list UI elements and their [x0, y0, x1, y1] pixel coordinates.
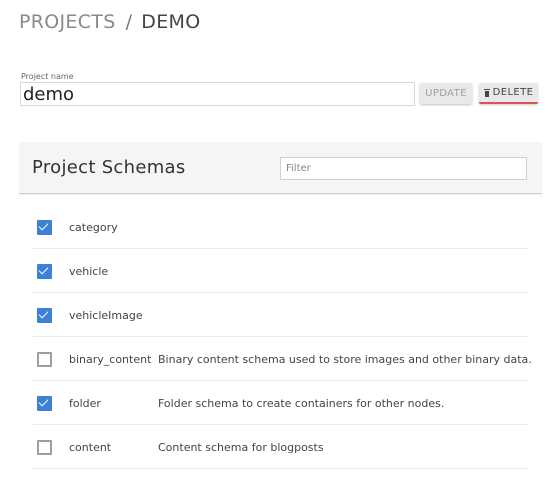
- schema-name: content: [69, 441, 112, 454]
- schema-checkbox[interactable]: [37, 396, 52, 411]
- project-name-input[interactable]: [20, 82, 415, 106]
- schema-checkbox[interactable]: [37, 264, 52, 279]
- delete-button-label: DELETE: [492, 87, 534, 98]
- schema-name: folder: [69, 397, 101, 410]
- schema-row: vehicleImage: [33, 293, 528, 337]
- update-button[interactable]: UPDATE: [420, 83, 472, 104]
- schema-checkbox[interactable]: [37, 440, 52, 455]
- schema-row: binary_content Binary content schema use…: [33, 337, 532, 381]
- schemas-title: Project Schemas: [32, 157, 186, 178]
- schema-row: content Content schema for blogposts: [33, 425, 528, 469]
- schema-checkbox[interactable]: [37, 308, 52, 323]
- schema-checkbox[interactable]: [37, 220, 52, 235]
- schema-name: binary_content: [69, 353, 152, 366]
- update-button-label: UPDATE: [425, 88, 467, 99]
- filter-input[interactable]: [280, 157, 527, 180]
- schema-checkbox[interactable]: [37, 352, 52, 367]
- breadcrumb: PROJECTS / DEMO: [19, 11, 200, 33]
- trash-icon: [483, 88, 490, 97]
- schema-description: Folder schema to create containers for o…: [158, 397, 445, 410]
- schema-description: Content schema for blogposts: [158, 441, 324, 454]
- breadcrumb-separator: /: [125, 11, 133, 33]
- schema-description: Binary content schema used to store imag…: [158, 353, 532, 366]
- schemas-header: Project Schemas: [19, 142, 542, 194]
- breadcrumb-projects-link[interactable]: PROJECTS: [19, 11, 116, 33]
- schema-name: vehicleImage: [69, 309, 143, 322]
- schema-name: vehicle: [69, 265, 109, 278]
- schema-row: category: [33, 205, 528, 249]
- schema-row: folder Folder schema to create container…: [33, 381, 528, 425]
- project-name-label: Project name: [21, 72, 74, 81]
- breadcrumb-current: DEMO: [141, 11, 201, 33]
- schema-name: category: [69, 221, 118, 234]
- schema-list: category vehicle vehicleImage binary_con…: [33, 205, 532, 469]
- delete-button[interactable]: DELETE: [479, 83, 538, 104]
- schema-row: vehicle: [33, 249, 528, 293]
